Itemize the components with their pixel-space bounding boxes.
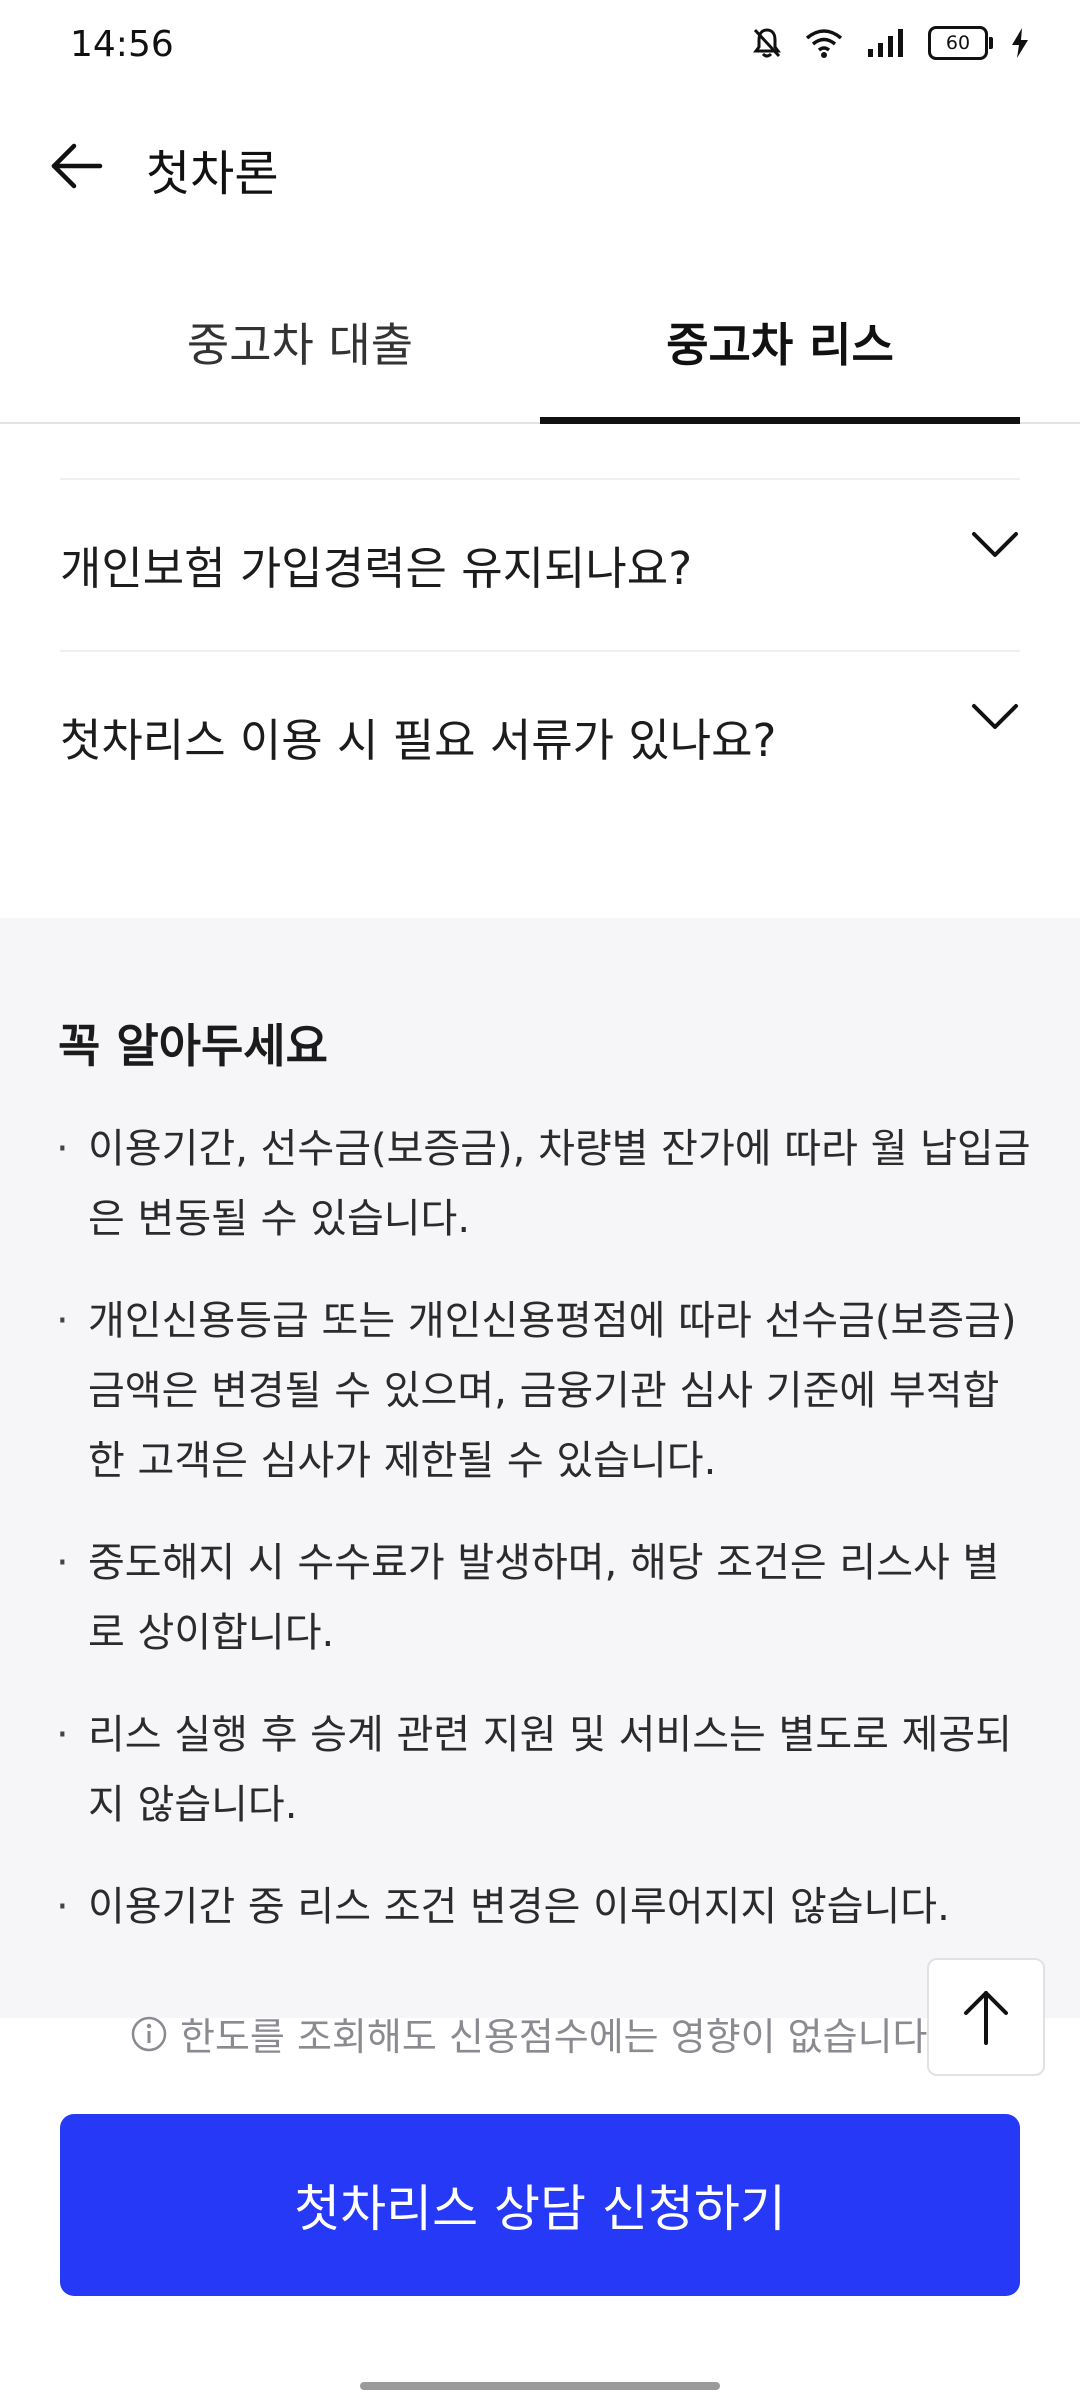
- bullet-icon: ·: [56, 1884, 69, 1930]
- back-button[interactable]: [40, 130, 112, 202]
- signal-icon: [868, 29, 903, 57]
- notice-item: · 리스 실행 후 승계 관련 지원 및 서비스는 별도로 제공되지 않습니다.: [52, 1700, 1032, 1840]
- tab-bar: 중고차 대출 중고차 리스: [0, 262, 1080, 424]
- notice-item: · 중도해지 시 수수료가 발생하며, 해당 조건은 리스사 별로 상이합니다.: [52, 1528, 1032, 1668]
- faq-question: 개인보험 가입경력은 유지되나요?: [60, 542, 693, 595]
- credit-info-note: 한도를 조회해도 신용점수에는 영향이 없습니다: [130, 2006, 928, 2061]
- arrow-left-icon: [51, 143, 103, 189]
- battery-icon: 60: [928, 26, 993, 60]
- notice-text: 이용기간, 선수금(보증금), 차량별 잔가에 따라 월 납입금은 변동될 수 …: [88, 1126, 1031, 1242]
- faq-item[interactable]: 개인보험 가입경력은 유지되나요?: [60, 478, 1020, 650]
- notice-text: 중도해지 시 수수료가 발생하며, 해당 조건은 리스사 별로 상이합니다.: [88, 1540, 1000, 1656]
- home-indicator[interactable]: [360, 2382, 720, 2390]
- tab-used-car-loan[interactable]: 중고차 대출: [60, 262, 540, 422]
- wifi-icon: [805, 29, 843, 58]
- bullet-icon: ·: [56, 1712, 69, 1758]
- tab-label: 중고차 대출: [186, 318, 414, 372]
- chevron-down-icon: [972, 532, 1018, 557]
- charging-bolt-icon: [1012, 28, 1028, 58]
- notice-item: · 개인신용등급 또는 개인신용평점에 따라 선수금(보증금) 금액은 변경될 수…: [52, 1286, 1032, 1496]
- status-time: 14:56: [70, 24, 174, 65]
- notice-text: 개인신용등급 또는 개인신용평점에 따라 선수금(보증금) 금액은 변경될 수 …: [88, 1298, 1017, 1484]
- notice-item: · 이용기간 중 리스 조건 변경은 이루어지지 않습니다.: [52, 1872, 1032, 1942]
- apply-consultation-button[interactable]: 첫차리스 상담 신청하기: [60, 2114, 1020, 2296]
- bell-muted-icon: [753, 28, 781, 58]
- status-icons: 60: [752, 26, 1030, 60]
- notice-text: 이용기간 중 리스 조건 변경은 이루어지지 않습니다.: [88, 1884, 950, 1930]
- scroll-top-button[interactable]: [927, 1958, 1045, 2076]
- arrow-up-icon: [964, 1991, 1008, 2045]
- tab-used-car-lease[interactable]: 중고차 리스: [540, 262, 1020, 424]
- bullet-icon: ·: [56, 1298, 69, 1344]
- bullet-icon: ·: [56, 1126, 69, 1172]
- notice-text: 리스 실행 후 승계 관련 지원 및 서비스는 별도로 제공되지 않습니다.: [88, 1712, 1013, 1828]
- notice-section: 꼭 알아두세요 · 이용기간, 선수금(보증금), 차량별 잔가에 따라 월 납입…: [0, 918, 1080, 2018]
- chevron-down-icon: [972, 704, 1018, 729]
- info-icon: [131, 2016, 167, 2051]
- info-text: 한도를 조회해도 신용점수에는 영향이 없습니다: [180, 2015, 928, 2059]
- notice-title: 꼭 알아두세요: [58, 1019, 328, 1073]
- status-bar: 14:56 60: [0, 0, 1080, 96]
- notice-list: · 이용기간, 선수금(보증금), 차량별 잔가에 따라 월 납입금은 변동될 수…: [52, 1114, 1032, 1974]
- notice-item: · 이용기간, 선수금(보증금), 차량별 잔가에 따라 월 납입금은 변동될 수…: [52, 1114, 1032, 1254]
- bullet-icon: ·: [56, 1540, 69, 1586]
- app-header: 첫차론: [0, 100, 1080, 230]
- faq-question: 첫차리스 이용 시 필요 서류가 있나요?: [60, 714, 777, 767]
- page-title: 첫차론: [146, 146, 279, 202]
- tab-selected-indicator: [540, 417, 1020, 424]
- faq-item[interactable]: 첫차리스 이용 시 필요 서류가 있나요?: [60, 650, 1020, 822]
- tab-label: 중고차 리스: [666, 318, 894, 372]
